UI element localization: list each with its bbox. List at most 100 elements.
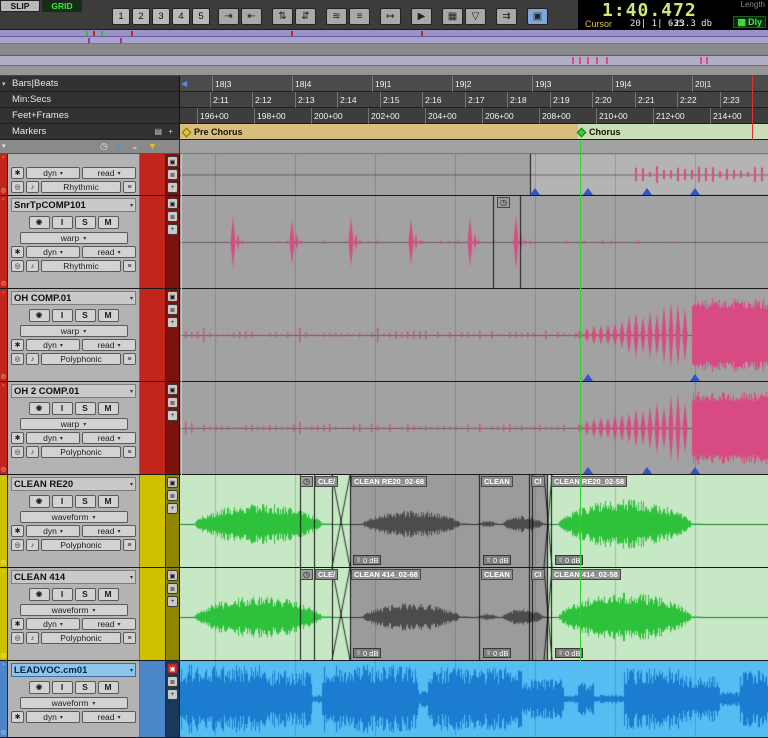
elastic-audio-icon[interactable]: ◎ [11,260,24,272]
track-color-strip[interactable] [140,661,166,737]
markers-options-icons[interactable]: ▤ + [155,127,175,136]
marker-flag-icon[interactable]: ▼ [148,141,157,152]
clip-name-label[interactable]: CLEAN 414_02-58 [551,569,621,580]
track-lane[interactable]: ◷ CLE/CLEAN RE20_02-68 CLEAN Cl CLEAN RE20_0… [180,475,768,567]
add-lane-button[interactable]: + [167,503,178,514]
bars-beats-ruler-label[interactable]: ▾ Bars|Beats [0,76,180,91]
elastic-menu-icon[interactable]: ≡ [123,260,136,272]
playback-cursor-button[interactable]: ▶ [411,8,432,25]
record-arm-button[interactable]: ◉ [28,587,50,601]
elastic-plugin-selector[interactable]: Polyphonic [41,446,121,458]
timebase-button[interactable]: ▣ [167,156,178,167]
warp-marker-icon[interactable] [642,467,652,474]
automation-mode-dyn[interactable]: dyn ▾ [26,167,80,179]
automation-mode-dyn[interactable]: dyn ▾ [26,618,80,630]
warp-marker-icon[interactable] [690,374,700,381]
playlist-button[interactable]: ≣ [167,304,178,315]
elastic-audio-icon[interactable]: ◎ [11,539,24,551]
record-arm-button[interactable]: ◉ [28,308,50,322]
elastic-menu-icon[interactable]: ≡ [123,446,136,458]
track-color-edge[interactable]: ▫ ◎ [0,382,8,474]
track-name[interactable]: OH 2 COMP.01 ▾ [11,384,136,398]
bars-beats-ruler[interactable]: ◀ 18|3 18|4 19|1 19|2 19|3 19|4 20|1 [180,76,768,92]
timebase-button[interactable]: ▣ [167,570,178,581]
track-color-strip[interactable] [140,475,166,567]
record-arm-button[interactable]: ◉ [28,401,50,415]
warp-marker-icon[interactable] [690,188,700,195]
track-color-edge[interactable]: ▫ ◎ [0,196,8,288]
automation-icon-button[interactable]: ✱ [11,525,24,537]
elastic-menu-icon[interactable]: ≡ [123,353,136,365]
mute-button[interactable]: M [97,587,119,601]
clip-gain-badge[interactable]: ⇧ 0 dB [483,555,512,565]
grid-value-button[interactable]: ▦ [442,8,463,25]
timebase-button[interactable]: ▣ [167,477,178,488]
solo-button[interactable]: S [74,215,96,229]
automation-icon-button[interactable]: ✱ [11,339,24,351]
elastic-note-icon[interactable]: ♪ [26,539,39,551]
insertion-follows-playback-button[interactable]: ↦ [380,8,401,25]
track-name[interactable]: CLEAN 414 ▾ [11,570,136,584]
add-lane-button[interactable]: + [167,689,178,700]
zoom-preset-3[interactable]: 3 [152,8,170,25]
warp-marker-icon[interactable] [690,467,700,474]
track-color-edge[interactable]: ▫ ◎ [0,289,8,381]
automation-mode-dyn[interactable]: dyn ▾ [26,246,80,258]
track-name[interactable]: CLEAN RE20 ▾ [11,477,136,491]
input-monitor-button[interactable]: I [51,587,73,601]
track-color-strip[interactable] [140,568,166,660]
clip-name-label[interactable]: CLEAN [481,476,513,487]
markers-ruler-label[interactable]: Markers ▤ + [0,124,180,139]
overview-strip-5[interactable] [0,66,768,76]
automation-icon-button[interactable]: ✱ [11,432,24,444]
input-monitor-button[interactable]: I [51,215,73,229]
mute-button[interactable]: M [97,680,119,694]
audio-zoom-button[interactable]: ≋ [326,8,347,25]
playlist-button[interactable]: ≣ [167,169,178,180]
clip-clock-icon[interactable]: ◷ [300,476,313,487]
clip-name-label[interactable]: Cl [531,569,545,580]
grid-mode-button[interactable]: GRID [42,0,82,12]
link-timeline-button[interactable]: ⇉ [496,8,517,25]
smart-tool-button[interactable]: ▣ [527,8,548,25]
clip-name-label[interactable]: CLEAN 414_02-68 [351,569,421,580]
overview-strip-1[interactable] [0,30,768,37]
zoom-toggle-button[interactable]: ⇅ [272,8,293,25]
overview-strip-3[interactable] [0,44,768,56]
elastic-plugin-selector[interactable]: Polyphonic [41,353,121,365]
zoom-preset-5[interactable]: 5 [192,8,210,25]
record-arm-button[interactable]: ◉ [28,215,50,229]
timebase-button[interactable]: ▣ [167,198,178,209]
overview-strip-2[interactable] [0,37,768,44]
online-indicator-icon[interactable]: ● [116,141,121,152]
playlist-button[interactable]: ≣ [167,676,178,687]
overview-strip-4[interactable] [0,56,768,66]
clip-name-label[interactable]: CLE/ [315,569,339,580]
track-lane[interactable] [180,154,768,195]
track-name[interactable]: LEADVOC.cm01 ▾ [11,663,136,677]
vertical-zoom-button[interactable]: ⇵ [295,8,316,25]
solo-button[interactable]: S [74,587,96,601]
elastic-audio-icon[interactable]: ◎ [11,632,24,644]
clock-icon[interactable]: ◷ [100,141,108,152]
timebase-button[interactable]: ▣ [167,663,178,674]
track-lane[interactable] [180,289,768,381]
clip-name-label[interactable]: CLEAN RE20_02-68 [351,476,428,487]
elastic-audio-icon[interactable]: ◎ [11,353,24,365]
elastic-note-icon[interactable]: ♪ [26,260,39,272]
clip-clock-icon[interactable]: ◷ [300,569,313,580]
feet-frames-ruler-label[interactable]: Feet+Frames [0,108,180,123]
add-lane-button[interactable]: + [167,224,178,235]
playlist-button[interactable]: ≣ [167,211,178,222]
track-name[interactable]: OH COMP.01 ▾ [11,291,136,305]
track-color-edge[interactable]: ▫ ◎ [0,475,8,567]
track-color-edge[interactable]: ▫ ◎ [0,568,8,660]
clip-name-label[interactable]: CLE/ [315,476,339,487]
ruler-menu-icon[interactable]: ▾ [2,80,6,88]
track-view-selector[interactable]: warp ▾ [19,232,128,244]
marker-pre-chorus[interactable]: Pre Chorus [181,124,243,139]
playlist-button[interactable]: ≣ [167,490,178,501]
automation-mode-read[interactable]: read ▾ [82,339,136,351]
track-color-strip[interactable] [140,289,166,381]
slip-mode-button[interactable]: SLIP [0,0,40,12]
